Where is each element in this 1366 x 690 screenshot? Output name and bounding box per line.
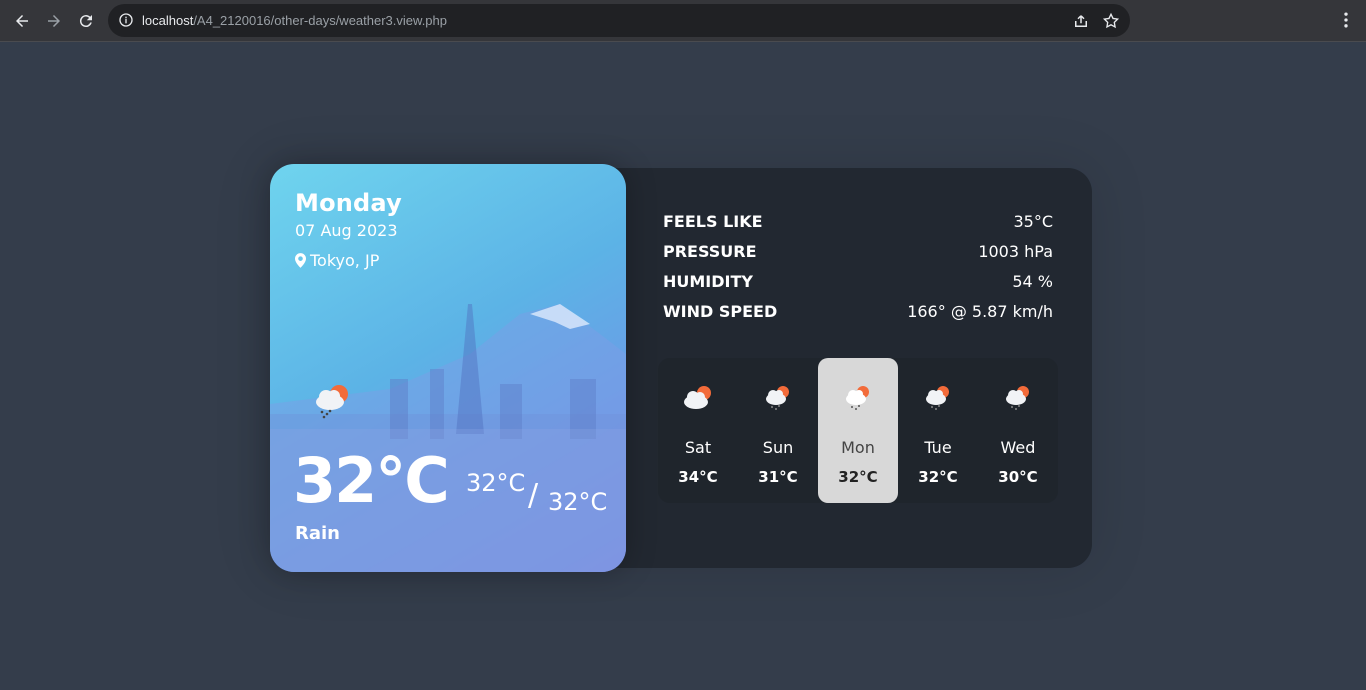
stat-label: WIND SPEED bbox=[663, 301, 778, 321]
forecast-day-temp: 32°C bbox=[918, 468, 958, 486]
rain-cloud-sun-icon bbox=[846, 386, 869, 410]
forecast-day-mon[interactable]: Mon 32°C bbox=[818, 358, 898, 503]
address-bar[interactable]: localhost/A4_2120016/other-days/weather3… bbox=[108, 4, 1130, 37]
arrow-right-icon bbox=[48, 15, 60, 27]
stat-feels-like: FEELS LIKE 35°C bbox=[663, 206, 1053, 236]
url-host: localhost bbox=[142, 13, 194, 28]
today-panel: Monday 07 Aug 2023 Tokyo, JP 32°C 32°C /… bbox=[270, 164, 626, 572]
browser-toolbar: localhost/A4_2120016/other-days/weather3… bbox=[0, 0, 1366, 42]
stat-pressure: PRESSURE 1003 hPa bbox=[663, 236, 1053, 266]
current-temperature: 32°C bbox=[293, 444, 450, 517]
url-text[interactable]: localhost/A4_2120016/other-days/weather3… bbox=[142, 12, 447, 29]
stat-label: FEELS LIKE bbox=[663, 211, 763, 231]
stat-label: PRESSURE bbox=[663, 241, 757, 261]
location: Tokyo, JP bbox=[295, 251, 379, 270]
forecast-day-temp: 31°C bbox=[758, 468, 798, 486]
share-icon[interactable] bbox=[1072, 12, 1090, 30]
weather-stats: FEELS LIKE 35°C PRESSURE 1003 hPa HUMIDITY… bbox=[663, 206, 1053, 326]
back-button[interactable] bbox=[9, 8, 35, 34]
stat-value: 35°C bbox=[1013, 211, 1053, 231]
reload-button[interactable] bbox=[73, 8, 99, 34]
info-icon[interactable] bbox=[118, 12, 134, 28]
forecast-day-temp: 30°C bbox=[998, 468, 1038, 486]
stat-value: 1003 hPa bbox=[978, 241, 1053, 261]
week-forecast: Sat 34°C Sun 31°C Mon 32°C Tue 32°C Wed … bbox=[658, 358, 1058, 503]
rain-cloud-sun-icon bbox=[316, 385, 348, 419]
stat-value: 166° @ 5.87 km/h bbox=[907, 301, 1053, 321]
forecast-day-temp: 34°C bbox=[678, 468, 718, 486]
date: 07 Aug 2023 bbox=[295, 221, 398, 240]
temperature-separator: / bbox=[528, 478, 539, 513]
rain-cloud-sun-icon bbox=[926, 386, 949, 410]
rain-cloud-sun-icon bbox=[766, 386, 789, 410]
location-pin-icon bbox=[295, 253, 306, 268]
kebab-menu-icon[interactable] bbox=[1336, 10, 1356, 30]
low-temperature: 32°C bbox=[548, 488, 608, 516]
forecast-day-name: Wed bbox=[1000, 438, 1036, 457]
forecast-day-name: Sat bbox=[684, 438, 712, 457]
stat-wind-speed: WIND SPEED 166° @ 5.87 km/h bbox=[663, 296, 1053, 326]
cloud-sun-icon bbox=[684, 386, 711, 409]
forecast-day-name: Tue bbox=[924, 438, 952, 457]
stat-label: HUMIDITY bbox=[663, 271, 753, 291]
forecast-day-sat[interactable]: Sat 34°C bbox=[658, 358, 738, 503]
rain-cloud-sun-icon bbox=[1006, 386, 1029, 410]
forecast-day-temp: 32°C bbox=[838, 468, 878, 486]
arrow-left-icon bbox=[16, 15, 28, 27]
stat-value: 54 % bbox=[1012, 271, 1053, 291]
forecast-day-sun[interactable]: Sun 31°C bbox=[738, 358, 818, 503]
location-text: Tokyo, JP bbox=[310, 251, 380, 270]
stat-humidity: HUMIDITY 54 % bbox=[663, 266, 1053, 296]
weather-condition: Rain bbox=[295, 523, 340, 544]
url-path: /A4_2120016/other-days/weather3.view.php bbox=[193, 13, 447, 28]
forward-button[interactable] bbox=[41, 8, 67, 34]
forecast-day-wed[interactable]: Wed 30°C bbox=[978, 358, 1058, 503]
forecast-day-tue[interactable]: Tue 32°C bbox=[898, 358, 978, 503]
reload-icon bbox=[79, 15, 92, 28]
forecast-day-name: Sun bbox=[762, 438, 794, 457]
high-temperature: 32°C bbox=[466, 469, 526, 497]
bookmark-star-icon[interactable] bbox=[1102, 12, 1120, 30]
day-name: Monday bbox=[295, 189, 402, 217]
forecast-day-name: Mon bbox=[841, 438, 875, 457]
